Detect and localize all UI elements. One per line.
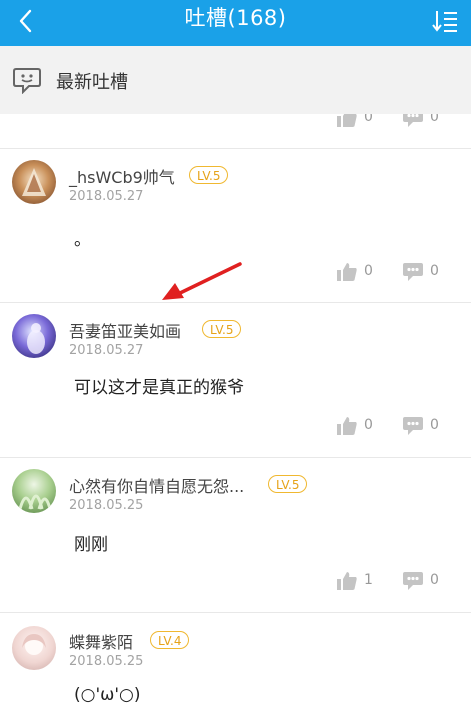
comment-icon[interactable]	[403, 572, 423, 590]
comment-count: 0	[430, 417, 439, 433]
post-content: (○'ω'○)	[74, 685, 141, 705]
avatar[interactable]	[12, 314, 56, 358]
comment-bubble-icon	[13, 68, 41, 94]
username[interactable]: 心然有你自情自愿无怨...	[69, 473, 244, 497]
comment-count: 0	[430, 572, 439, 588]
list-item[interactable]: 心然有你自情自愿无怨... LV.5 2018.05.25 刚刚 1 0	[0, 458, 471, 612]
post-date: 2018.05.27	[69, 189, 144, 204]
comment-icon[interactable]	[403, 263, 423, 281]
post-content: 刚刚	[74, 535, 108, 555]
level-badge: LV.5	[268, 475, 308, 493]
list-item-partial: 0 0	[0, 114, 471, 148]
section-title: 最新吐槽	[56, 72, 128, 93]
avatar-image	[27, 323, 45, 354]
list-item[interactable]: 吾妻笛亚美如画 LV.5 2018.05.27 可以这才是真正的猴爷 0 0	[0, 303, 471, 457]
sort-icon[interactable]	[431, 8, 459, 34]
top-bar: 吐槽(168)	[0, 0, 471, 46]
comment-icon[interactable]	[403, 417, 423, 435]
like-count: 1	[364, 572, 373, 588]
like-count: 0	[364, 417, 373, 433]
thumbs-up-icon[interactable]	[337, 114, 357, 127]
post-date: 2018.05.25	[69, 654, 144, 669]
post-content: 。	[74, 230, 91, 250]
avatar[interactable]	[12, 469, 56, 513]
level-badge: LV.5	[202, 320, 242, 338]
post-date: 2018.05.27	[69, 343, 144, 358]
username[interactable]: _hsWCb9帅气	[69, 164, 175, 188]
comment-list[interactable]: 0 0 _hsWCb9帅气 LV.5 2018.05.27 。 0 0 吾妻笛亚…	[0, 114, 471, 724]
avatar-image	[22, 168, 46, 196]
avatar[interactable]	[12, 626, 56, 670]
username[interactable]: 吾妻笛亚美如画	[69, 318, 181, 342]
annotation-arrow-icon	[162, 262, 242, 300]
post-date: 2018.05.25	[69, 498, 144, 513]
thumbs-up-icon[interactable]	[337, 417, 357, 435]
thumbs-up-icon[interactable]	[337, 263, 357, 281]
list-item[interactable]: 蝶舞紫陌 LV.4 2018.05.25 (○'ω'○)	[0, 613, 471, 724]
comment-count: 0	[430, 114, 439, 125]
avatar-image	[22, 634, 46, 655]
avatar[interactable]	[12, 160, 56, 204]
post-content: 可以这才是真正的猴爷	[74, 378, 244, 398]
comment-icon[interactable]	[403, 114, 423, 127]
level-badge: LV.4	[150, 631, 190, 649]
like-count: 0	[364, 263, 373, 279]
comment-count: 0	[430, 263, 439, 279]
level-badge: LV.5	[189, 166, 229, 184]
thumbs-up-icon[interactable]	[337, 572, 357, 590]
like-count: 0	[364, 114, 373, 125]
section-header: 最新吐槽	[0, 46, 471, 114]
avatar-image	[18, 494, 52, 510]
username[interactable]: 蝶舞紫陌	[69, 629, 133, 653]
page-title: 吐槽(168)	[184, 6, 287, 30]
